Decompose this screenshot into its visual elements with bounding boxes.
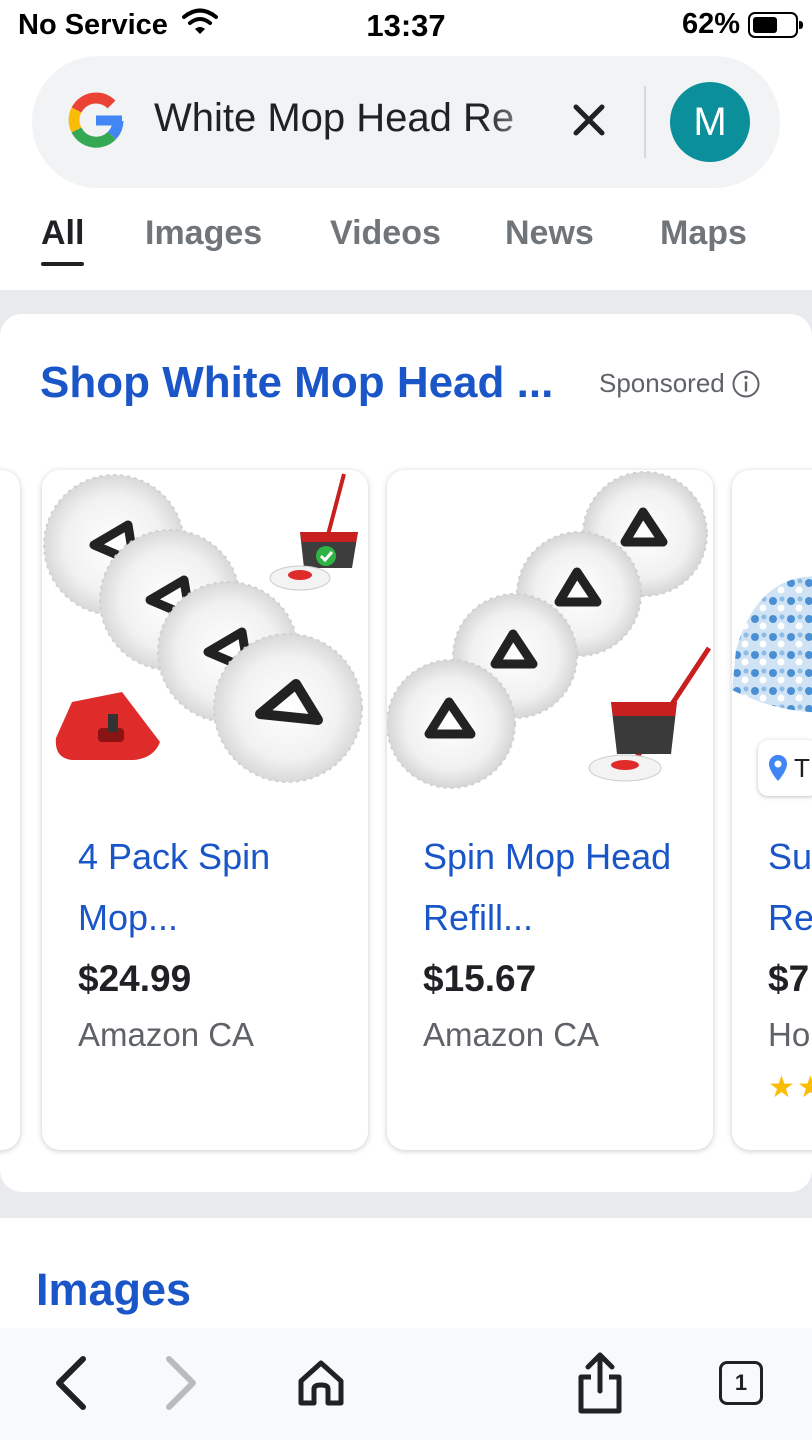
search-input[interactable]: White Mop Head Re bbox=[154, 96, 554, 150]
location-label: T bbox=[794, 752, 810, 783]
battery-percent: 62% bbox=[681, 8, 740, 40]
tabs-button[interactable]: 1 bbox=[708, 1350, 774, 1416]
tab-maps[interactable]: Maps bbox=[660, 214, 747, 253]
home-button[interactable] bbox=[288, 1350, 354, 1416]
back-button[interactable] bbox=[38, 1350, 104, 1416]
share-button[interactable] bbox=[567, 1350, 633, 1416]
sponsored-text: Sponsored bbox=[599, 368, 725, 398]
product-card[interactable]: T Su Re $7 Ho ★★ bbox=[732, 470, 812, 1150]
product-store: Amazon CA bbox=[78, 1016, 255, 1053]
product-store: Amazon CA bbox=[423, 1016, 600, 1053]
battery-fill bbox=[753, 16, 777, 33]
clear-search-button[interactable] bbox=[567, 98, 611, 142]
status-left: No Service bbox=[18, 8, 218, 42]
chevron-left-icon bbox=[56, 1356, 86, 1410]
sponsored-label[interactable]: Sponsored bbox=[599, 368, 761, 399]
product-card[interactable]: Spin Mop Head Refill... $15.67 Amazon CA bbox=[387, 470, 713, 1150]
chevron-right-icon bbox=[166, 1356, 196, 1410]
location-pin-icon bbox=[769, 755, 787, 781]
browser-toolbar: 1 bbox=[0, 1328, 812, 1440]
product-title[interactable]: 4 Pack Spin Mop... bbox=[78, 826, 348, 948]
wifi-icon bbox=[181, 8, 218, 42]
product-card-partial-left[interactable] bbox=[0, 470, 20, 1150]
status-bar: No Service 13:37 62% bbox=[0, 0, 812, 52]
search-bar[interactable]: White Mop Head Re M bbox=[32, 56, 780, 188]
account-avatar[interactable]: M bbox=[670, 82, 750, 162]
product-image bbox=[42, 470, 368, 800]
product-title[interactable]: Su Re bbox=[768, 826, 812, 948]
product-image bbox=[387, 470, 713, 800]
search-divider bbox=[644, 86, 646, 158]
tab-images[interactable]: Images bbox=[145, 214, 262, 253]
shopping-module: Shop White Mop Head ... Sponsored 4 Pack… bbox=[0, 314, 812, 1192]
product-price: $15.67 bbox=[423, 958, 537, 999]
product-title[interactable]: Spin Mop Head Refill... bbox=[423, 826, 693, 948]
product-price: $7 bbox=[768, 958, 810, 999]
product-card[interactable]: 4 Pack Spin Mop... $24.99 Amazon CA bbox=[42, 470, 368, 1150]
product-store: Ho bbox=[768, 1016, 811, 1053]
images-section-heading[interactable]: Images bbox=[36, 1264, 191, 1316]
tab-count-icon: 1 bbox=[719, 1361, 763, 1405]
info-icon bbox=[732, 370, 760, 397]
product-title-line: Re bbox=[768, 897, 812, 938]
close-icon bbox=[573, 104, 605, 136]
product-title-line: Su bbox=[768, 836, 812, 877]
tab-news[interactable]: News bbox=[505, 214, 594, 253]
rating-stars-icon: ★★ bbox=[768, 1071, 812, 1104]
store-location-badge: T bbox=[758, 740, 812, 796]
google-logo-icon bbox=[68, 92, 124, 148]
share-icon bbox=[578, 1352, 622, 1414]
tab-videos[interactable]: Videos bbox=[330, 214, 441, 253]
forward-button[interactable] bbox=[148, 1350, 214, 1416]
shopping-title[interactable]: Shop White Mop Head ... bbox=[40, 358, 588, 408]
carrier-label: No Service bbox=[18, 8, 168, 41]
search-tabs: All Images Videos News Maps bbox=[0, 210, 812, 280]
tab-all[interactable]: All bbox=[41, 214, 85, 266]
home-icon bbox=[298, 1360, 344, 1406]
status-right: 62% bbox=[681, 8, 803, 41]
product-price: $24.99 bbox=[78, 958, 192, 999]
battery-icon bbox=[748, 11, 803, 38]
